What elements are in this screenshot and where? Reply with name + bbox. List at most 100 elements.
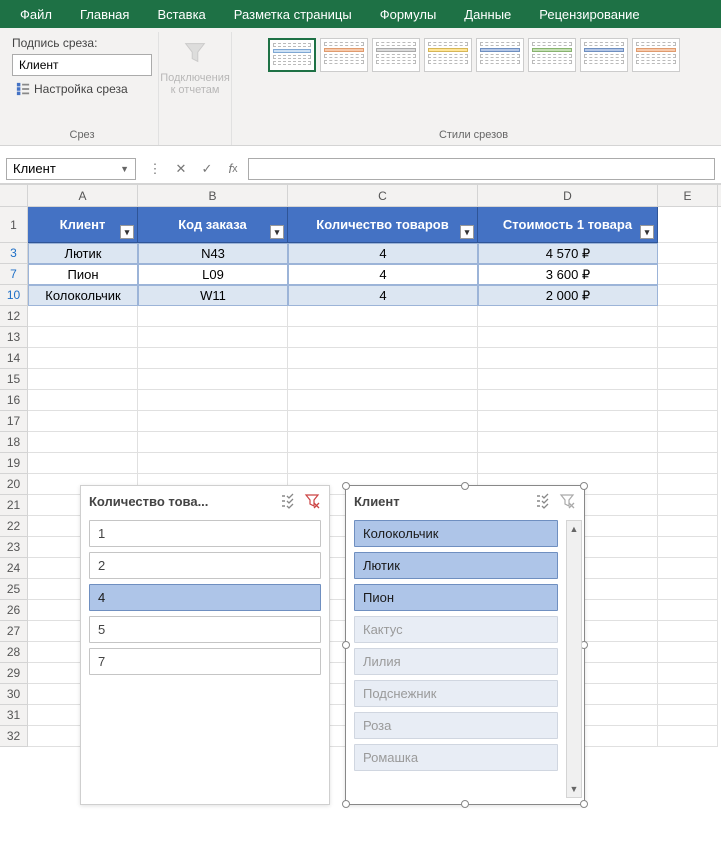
col-header-A[interactable]: A: [28, 185, 138, 206]
filter-dropdown-icon[interactable]: ▾: [270, 225, 284, 239]
row-header[interactable]: 26: [0, 600, 28, 621]
cell[interactable]: [658, 327, 718, 348]
row-header[interactable]: 7: [0, 264, 28, 285]
cell[interactable]: Клиент▾: [28, 207, 138, 243]
cell[interactable]: [478, 432, 658, 453]
cell[interactable]: Лютик: [28, 243, 138, 264]
row-header[interactable]: 29: [0, 663, 28, 684]
row-header[interactable]: 16: [0, 390, 28, 411]
cell[interactable]: [658, 642, 718, 663]
cell[interactable]: [138, 306, 288, 327]
cell[interactable]: [658, 369, 718, 390]
cell[interactable]: [138, 453, 288, 474]
cell[interactable]: [288, 369, 478, 390]
fx-accept-button[interactable]: ✓: [196, 158, 218, 180]
slicer-caption-input[interactable]: [12, 54, 152, 76]
formula-input[interactable]: [248, 158, 715, 180]
slicer-item[interactable]: Подснежник: [354, 680, 558, 707]
row-header[interactable]: 24: [0, 558, 28, 579]
cell[interactable]: [288, 432, 478, 453]
cell[interactable]: [478, 453, 658, 474]
style-thumb[interactable]: [632, 38, 680, 72]
cell[interactable]: L09: [138, 264, 288, 285]
name-box[interactable]: Клиент ▼: [6, 158, 136, 180]
cell[interactable]: [28, 411, 138, 432]
cell[interactable]: [658, 432, 718, 453]
slicer-quantity[interactable]: Количество това... 12457: [80, 485, 330, 805]
slicer-item[interactable]: Кактус: [354, 616, 558, 643]
resize-handle[interactable]: [461, 482, 469, 490]
cell[interactable]: [658, 726, 718, 747]
tab-formulas[interactable]: Формулы: [366, 1, 451, 28]
fx-icon[interactable]: fx: [222, 158, 244, 180]
row-header[interactable]: 22: [0, 516, 28, 537]
cell[interactable]: [28, 348, 138, 369]
cell[interactable]: [658, 285, 718, 306]
cell[interactable]: [288, 411, 478, 432]
style-thumb[interactable]: [528, 38, 576, 72]
cell[interactable]: [28, 453, 138, 474]
scroll-down-icon[interactable]: ▼: [567, 781, 581, 797]
row-header[interactable]: 23: [0, 537, 28, 558]
row-header[interactable]: 20: [0, 474, 28, 495]
slicer-item[interactable]: Лилия: [354, 648, 558, 675]
cell[interactable]: [138, 390, 288, 411]
slicer-item[interactable]: Роза: [354, 712, 558, 739]
row-header[interactable]: 10: [0, 285, 28, 306]
cell[interactable]: [478, 327, 658, 348]
clear-filter-icon[interactable]: [303, 492, 321, 510]
cell[interactable]: [138, 348, 288, 369]
style-thumb[interactable]: [424, 38, 472, 72]
slicer-item[interactable]: Лютик: [354, 552, 558, 579]
style-thumb[interactable]: [372, 38, 420, 72]
cell[interactable]: [658, 207, 718, 243]
slicer-item[interactable]: Пион: [354, 584, 558, 611]
slicer-item[interactable]: 5: [89, 616, 321, 643]
cell[interactable]: 3 600 ₽: [478, 264, 658, 285]
cell[interactable]: [138, 432, 288, 453]
row-header[interactable]: 1: [0, 207, 28, 243]
fx-cancel-button[interactable]: ✕: [170, 158, 192, 180]
row-header[interactable]: 27: [0, 621, 28, 642]
resize-handle[interactable]: [580, 482, 588, 490]
cell[interactable]: 4: [288, 243, 478, 264]
row-header[interactable]: 3: [0, 243, 28, 264]
resize-handle[interactable]: [342, 800, 350, 808]
row-header[interactable]: 18: [0, 432, 28, 453]
resize-handle[interactable]: [461, 800, 469, 808]
cell[interactable]: Количество товаров▾: [288, 207, 478, 243]
cell[interactable]: [658, 537, 718, 558]
filter-dropdown-icon[interactable]: ▾: [640, 225, 654, 239]
cell[interactable]: [28, 369, 138, 390]
style-thumb[interactable]: [320, 38, 368, 72]
cell[interactable]: [28, 327, 138, 348]
row-header[interactable]: 14: [0, 348, 28, 369]
slicer-client[interactable]: Клиент КолокольчикЛютикПионКактусЛилияПо…: [345, 485, 585, 805]
cell[interactable]: [138, 369, 288, 390]
tab-page-layout[interactable]: Разметка страницы: [220, 1, 366, 28]
resize-handle[interactable]: [342, 482, 350, 490]
cell[interactable]: [138, 411, 288, 432]
row-header[interactable]: 28: [0, 642, 28, 663]
cell[interactable]: [658, 663, 718, 684]
cell[interactable]: [28, 432, 138, 453]
scroll-up-icon[interactable]: ▲: [567, 521, 581, 537]
cell[interactable]: N43: [138, 243, 288, 264]
cell[interactable]: 2 000 ₽: [478, 285, 658, 306]
cell[interactable]: [288, 453, 478, 474]
row-header[interactable]: 19: [0, 453, 28, 474]
tab-review[interactable]: Рецензирование: [525, 1, 653, 28]
slicer-item[interactable]: Ромашка: [354, 744, 558, 771]
col-header-E[interactable]: E: [658, 185, 718, 206]
cell[interactable]: [478, 390, 658, 411]
row-header[interactable]: 25: [0, 579, 28, 600]
slicer-item[interactable]: 4: [89, 584, 321, 611]
cell[interactable]: [658, 705, 718, 726]
tab-home[interactable]: Главная: [66, 1, 143, 28]
cell[interactable]: [658, 579, 718, 600]
fx-dropdown-button[interactable]: ⋮: [144, 158, 166, 180]
cell[interactable]: [28, 306, 138, 327]
cell[interactable]: [478, 348, 658, 369]
cell[interactable]: Колокольчик: [28, 285, 138, 306]
cell[interactable]: [658, 495, 718, 516]
